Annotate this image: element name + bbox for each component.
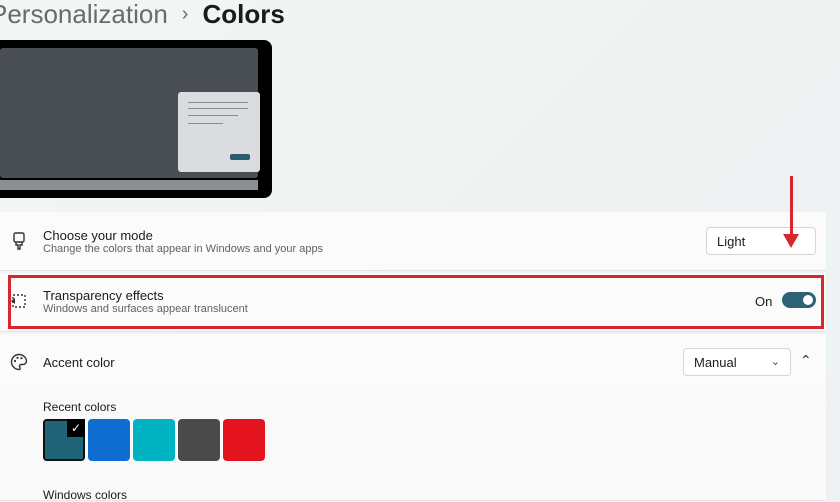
accent-setting-row: Accent color Manual ⌄ ⌃ (0, 334, 826, 391)
recent-colors-label: Recent colors (43, 400, 117, 414)
accent-title: Accent color (43, 355, 115, 370)
highlight-box (8, 275, 824, 329)
mode-dropdown[interactable]: Light (706, 227, 816, 255)
color-swatch[interactable] (223, 419, 265, 461)
mode-dropdown-value: Light (717, 233, 746, 249)
chevron-up-icon[interactable]: ⌃ (800, 352, 812, 369)
brush-icon (10, 232, 28, 250)
mode-title: Choose your mode (43, 228, 153, 243)
color-swatch[interactable]: ✓ (43, 419, 85, 461)
accent-dropdown-value: Manual (694, 354, 737, 370)
annotation-arrow (790, 176, 793, 236)
annotation-arrow-head (783, 234, 799, 248)
color-swatch[interactable] (178, 419, 220, 461)
mode-setting-row: Choose your mode Change the colors that … (0, 212, 826, 271)
accent-dropdown[interactable]: Manual ⌄ (683, 348, 791, 376)
theme-preview (0, 40, 272, 198)
checkmark-icon: ✓ (67, 419, 85, 437)
palette-icon (10, 353, 28, 371)
preview-line (188, 123, 223, 124)
mode-description: Change the colors that appear in Windows… (43, 243, 324, 255)
breadcrumb-separator: › (181, 2, 189, 25)
breadcrumb-personalization[interactable]: Personalization (0, 0, 168, 30)
breadcrumb: Personalization › Colors (0, 0, 285, 34)
chevron-down-icon: ⌄ (770, 356, 780, 368)
preview-taskbar (0, 180, 258, 190)
page-title: Colors (202, 0, 285, 29)
preview-line (188, 102, 248, 103)
color-swatch[interactable] (133, 419, 175, 461)
preview-button (230, 154, 250, 160)
preview-window (178, 92, 260, 172)
preview-line (188, 108, 248, 109)
color-swatch[interactable] (88, 419, 130, 461)
preview-line (188, 115, 238, 116)
